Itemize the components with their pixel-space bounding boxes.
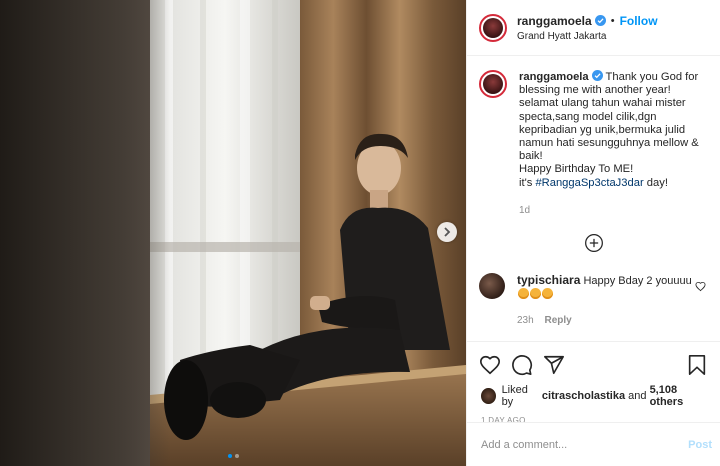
post-header: ranggamoela • Follow Grand Hyatt Jakarta [467, 0, 720, 56]
next-slide-button[interactable] [437, 222, 457, 242]
location-link[interactable]: Grand Hyatt Jakarta [517, 31, 658, 42]
follow-button[interactable]: Follow [620, 14, 658, 28]
emoji-icon [518, 288, 529, 300]
post-side-panel: ranggamoela • Follow Grand Hyatt Jakarta… [466, 0, 720, 466]
author-username[interactable]: ranggamoela [517, 14, 592, 28]
comments-section: ranggamoela Thank you God for blessing m… [467, 56, 720, 334]
verified-badge-icon [594, 15, 606, 26]
caption-hashtag[interactable]: #RanggaSp3ctaJ3dar [535, 177, 643, 189]
share-icon[interactable] [543, 354, 565, 376]
verified-badge-icon [591, 70, 603, 81]
comment-input[interactable] [481, 438, 689, 451]
caption-text: Thank you God for blessing me with anoth… [519, 71, 699, 189]
comment-text: Happy Bday 2 youuuu [583, 275, 692, 288]
commenter-avatar[interactable] [479, 273, 505, 300]
liker-avatar[interactable] [481, 388, 496, 404]
post-caption: ranggamoela Thank you God for blessing m… [479, 70, 708, 217]
carousel-indicator [0, 454, 466, 458]
instagram-post: ranggamoela • Follow Grand Hyatt Jakarta… [0, 0, 720, 466]
commenter-username[interactable]: typischiara [517, 273, 580, 287]
liker-username[interactable]: citrascholastika [542, 390, 625, 402]
comment-time[interactable]: 23h [517, 315, 534, 326]
caption-text-end: day! [643, 176, 668, 189]
separator-dot: • [610, 14, 615, 27]
load-more-comments-button[interactable] [479, 233, 708, 253]
photo-image [0, 0, 466, 466]
post-photo[interactable] [0, 0, 466, 466]
comment-item: typischiara Happy Bday 2 youuuu 23h Repl… [479, 273, 708, 328]
likes-conjunction: and [628, 390, 647, 402]
post-comment-button[interactable]: Post [688, 439, 712, 451]
load-more-plus-icon [584, 234, 603, 252]
emoji-icon [530, 288, 541, 300]
carousel-dot [234, 454, 239, 458]
likes-prefix: Liked by [501, 384, 528, 408]
add-comment-bar: Post [467, 422, 720, 466]
reply-button[interactable]: Reply [544, 315, 571, 326]
next-arrow-icon [444, 227, 451, 237]
caption-username[interactable]: ranggamoela [519, 71, 589, 83]
emoji-icon [542, 288, 553, 300]
comment-icon[interactable] [511, 354, 533, 376]
bookmark-icon[interactable] [686, 354, 708, 376]
comment-like-heart-icon[interactable] [695, 281, 706, 292]
heart-icon[interactable] [479, 354, 501, 376]
likes-count[interactable]: 5,108 others [650, 384, 708, 408]
carousel-dot-active [227, 454, 232, 458]
author-avatar[interactable] [479, 13, 507, 42]
caption-avatar[interactable] [479, 70, 507, 98]
likes-summary: Liked by citrascholastika and 5,108 othe… [467, 376, 720, 408]
caption-time[interactable]: 1d [519, 204, 708, 217]
